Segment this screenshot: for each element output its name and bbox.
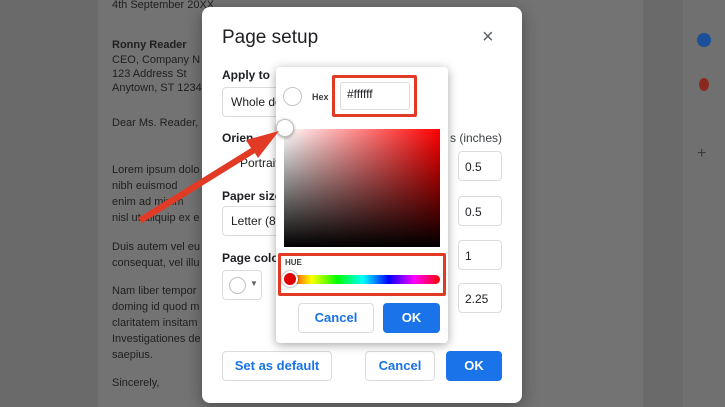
- arrow-shape: [138, 131, 279, 223]
- pointer-arrow: [138, 131, 279, 223]
